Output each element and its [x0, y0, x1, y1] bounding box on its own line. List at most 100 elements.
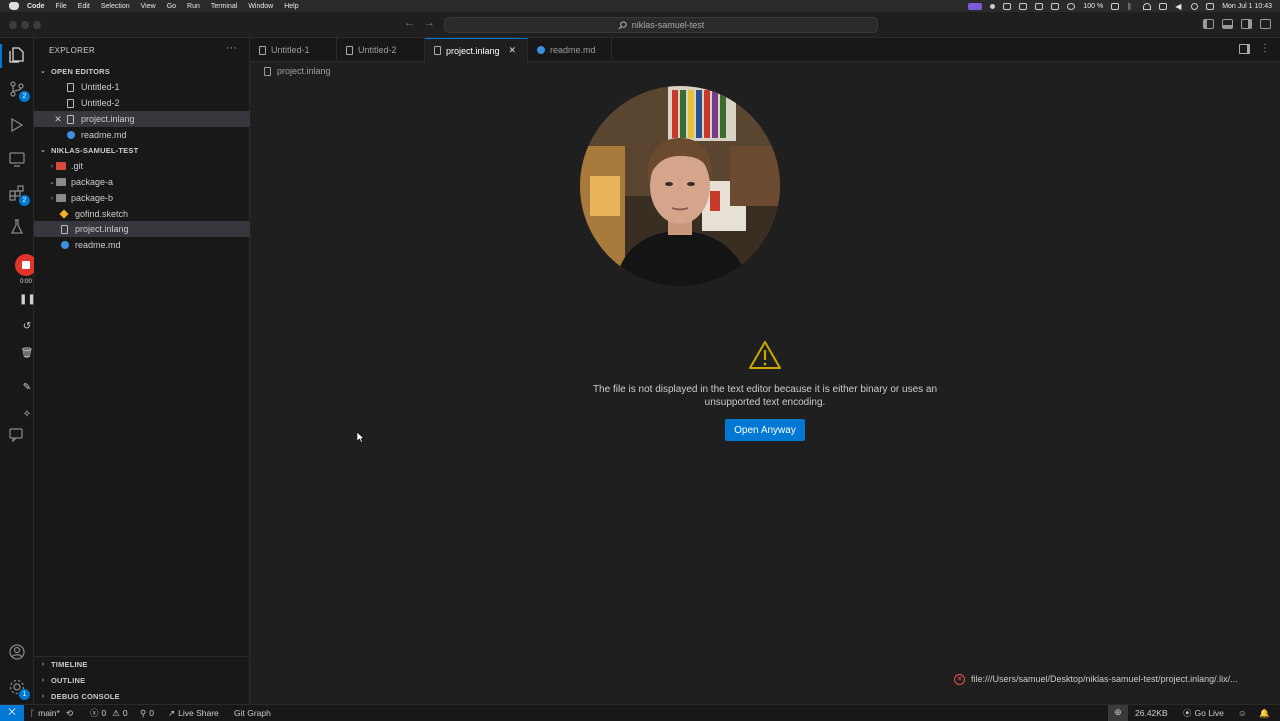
- forward-arrow-icon[interactable]: →: [424, 17, 435, 29]
- apple-icon[interactable]: [9, 2, 19, 10]
- toggle-sidebar-icon[interactable]: [1203, 19, 1214, 29]
- more-actions-icon[interactable]: ···: [226, 42, 237, 54]
- trash-icon[interactable]: 🗑: [19, 347, 35, 361]
- pause-icon[interactable]: ❚❚: [19, 293, 36, 307]
- tray-timer-icon[interactable]: [1067, 2, 1076, 10]
- menu-terminal[interactable]: Terminal: [211, 3, 237, 10]
- notifications-bell-icon[interactable]: 🔔: [1259, 705, 1270, 721]
- git-graph-button[interactable]: Git Graph: [234, 705, 271, 721]
- extensions-icon[interactable]: 2: [8, 184, 30, 206]
- menubar-clock[interactable]: Mon Jul 1 10:43: [1222, 3, 1272, 10]
- minimize-window-button[interactable]: [21, 21, 29, 29]
- menu-go[interactable]: Go: [167, 3, 176, 10]
- more-tab-actions-icon[interactable]: ⋮: [1260, 44, 1270, 54]
- tree-item[interactable]: ⌄ package-a: [34, 174, 250, 190]
- toggle-secondary-sidebar-icon[interactable]: [1241, 19, 1252, 29]
- run-debug-icon[interactable]: [8, 116, 26, 134]
- error-notification[interactable]: ✕ file:///Users/samuel/Desktop/niklas-sa…: [948, 669, 1272, 689]
- macos-menubar: Code File Edit Selection View Go Run Ter…: [0, 0, 1280, 12]
- menu-toggle-icon[interactable]: [1206, 2, 1215, 10]
- screen-recorder-icon[interactable]: [968, 2, 983, 10]
- open-editor-item[interactable]: Untitled-1: [34, 79, 250, 95]
- tab-untitled-1[interactable]: Untitled-1: [250, 38, 337, 62]
- open-editor-item[interactable]: readme.md: [34, 127, 250, 143]
- tray-app-icon[interactable]: [1003, 2, 1012, 10]
- branch-indicator[interactable]: ᚴ main* ⟲: [30, 705, 73, 721]
- close-window-button[interactable]: [9, 21, 17, 29]
- tray-calendar-icon[interactable]: [1035, 2, 1044, 10]
- restart-icon[interactable]: ↺: [19, 320, 35, 334]
- close-icon[interactable]: ✕: [509, 45, 517, 56]
- warning-count-icon: ⚠: [112, 707, 120, 718]
- open-editor-label: readme.md: [81, 130, 127, 140]
- bluetooth-icon[interactable]: ᛒ: [1127, 2, 1135, 10]
- debug-console-header[interactable]: › DEBUG CONSOLE: [34, 688, 250, 704]
- toggle-panel-icon[interactable]: [1222, 19, 1233, 29]
- customize-layout-icon[interactable]: [1260, 19, 1271, 29]
- split-editor-icon[interactable]: [1239, 44, 1250, 54]
- explorer-icon[interactable]: [8, 46, 26, 64]
- ports-indicator[interactable]: ⚲ 0: [140, 705, 154, 721]
- control-center-icon[interactable]: [1159, 2, 1168, 10]
- command-center-search[interactable]: niklas-samuel-test: [444, 17, 878, 33]
- tree-item[interactable]: › .git: [34, 158, 250, 174]
- tab-project-inlang[interactable]: project.inlang ✕: [425, 38, 528, 62]
- close-icon[interactable]: ✕: [52, 114, 64, 125]
- tab-untitled-2[interactable]: Untitled-2: [337, 38, 425, 62]
- magic-wand-icon[interactable]: ✧: [19, 408, 35, 422]
- status-dot-icon[interactable]: [990, 3, 996, 9]
- open-editor-item[interactable]: ✕ project.inlang: [34, 111, 250, 127]
- menu-selection[interactable]: Selection: [101, 3, 130, 10]
- menu-app-name[interactable]: Code: [27, 3, 45, 10]
- pen-icon[interactable]: ✎: [19, 381, 35, 395]
- battery-icon[interactable]: [1111, 2, 1120, 10]
- go-live-button[interactable]: ⦿ Go Live: [1183, 705, 1224, 721]
- menu-file[interactable]: File: [56, 3, 67, 10]
- accounts-icon[interactable]: [8, 643, 26, 661]
- problems-indicator[interactable]: ⓧ 0 ⚠ 0: [90, 705, 128, 721]
- chevron-right-icon: ›: [50, 194, 54, 202]
- live-share-button[interactable]: ↗ Live Share: [168, 705, 219, 721]
- tree-item[interactable]: project.inlang: [34, 221, 250, 237]
- menu-run[interactable]: Run: [187, 3, 200, 10]
- comments-icon[interactable]: [8, 426, 26, 444]
- workspace-header[interactable]: ⌄ NIKLAS-SAMUEL-TEST: [34, 142, 250, 158]
- timeline-header[interactable]: › TIMELINE: [34, 656, 250, 672]
- menu-window[interactable]: Window: [248, 3, 273, 10]
- tree-item[interactable]: readme.md: [34, 237, 250, 253]
- zoom-icon[interactable]: ⊕: [1108, 705, 1128, 721]
- tree-item[interactable]: › package-b: [34, 190, 250, 206]
- command-center-label: niklas-samuel-test: [631, 20, 705, 30]
- manage-gear-icon[interactable]: 1: [8, 678, 30, 700]
- open-editors-header[interactable]: ⌄ OPEN EDITORS: [34, 63, 250, 79]
- testing-flask-icon[interactable]: [8, 218, 26, 236]
- editor-tab-bar: Untitled-1 Untitled-2 project.inlang ✕ r…: [250, 38, 1280, 62]
- outline-header[interactable]: › OUTLINE: [34, 672, 250, 688]
- copilot-icon[interactable]: ☺: [1238, 705, 1247, 721]
- back-arrow-icon[interactable]: ←: [404, 17, 415, 29]
- tray-monitor-icon[interactable]: [1051, 2, 1060, 10]
- open-anyway-button[interactable]: Open Anyway: [725, 419, 805, 441]
- tray-settings-icon[interactable]: [1019, 2, 1028, 10]
- spotlight-icon[interactable]: [1191, 2, 1199, 10]
- menu-help[interactable]: Help: [284, 3, 298, 10]
- open-editor-item[interactable]: Untitled-2: [34, 95, 250, 111]
- tab-readme[interactable]: readme.md: [528, 38, 612, 62]
- zoom-window-button[interactable]: [33, 21, 41, 29]
- menu-view[interactable]: View: [141, 3, 156, 10]
- volume-icon[interactable]: ◀: [1175, 2, 1183, 10]
- git-graph-label: Git Graph: [234, 708, 271, 718]
- source-control-icon[interactable]: 2: [8, 80, 30, 102]
- wifi-icon[interactable]: [1143, 2, 1152, 10]
- remote-indicator-icon[interactable]: ⨉: [0, 705, 24, 721]
- workspace-label: NIKLAS-SAMUEL-TEST: [51, 145, 139, 155]
- menu-edit[interactable]: Edit: [78, 3, 90, 10]
- mouse-cursor-icon: [357, 432, 365, 443]
- remote-explorer-icon[interactable]: [8, 150, 26, 168]
- sync-icon[interactable]: ⟲: [66, 708, 73, 719]
- tree-item[interactable]: gofind.sketch: [34, 206, 250, 222]
- chevron-right-icon: ›: [41, 692, 45, 700]
- broadcast-icon: ⦿: [1183, 708, 1192, 718]
- tab-label: Untitled-2: [358, 45, 397, 55]
- breadcrumb[interactable]: project.inlang: [264, 66, 331, 76]
